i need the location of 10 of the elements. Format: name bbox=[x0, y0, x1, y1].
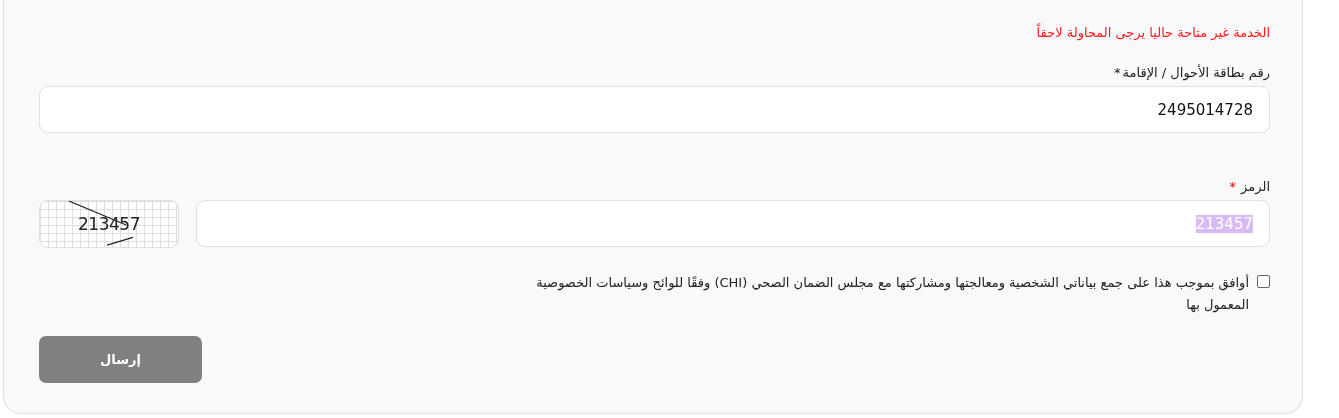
consent-checkbox[interactable] bbox=[1257, 275, 1270, 288]
captcha-image: 213457 bbox=[39, 200, 179, 248]
field-value: 213457 bbox=[1195, 214, 1253, 233]
id-number-field[interactable]: 2495014728 bbox=[39, 86, 1270, 133]
error-message: الخدمة غير متاحة حاليا يرجى المحاولة لاحقاً bbox=[1035, 23, 1270, 43]
field-label: الرمز bbox=[1241, 179, 1270, 194]
field-label: رقم بطاقة الأحوال / الإقامة bbox=[1122, 65, 1270, 80]
consent-text: أوافق بموجب هذا على جمع بياناتي الشخصية ومعالجتها ومشاركتها مع مجلس الضمان الصحي (CHI) وفقًا للوائح وسياسات الخصوصية المعمول بها bbox=[535, 273, 1249, 315]
required-mark: * bbox=[1114, 65, 1121, 80]
required-mark: * bbox=[1229, 179, 1237, 194]
